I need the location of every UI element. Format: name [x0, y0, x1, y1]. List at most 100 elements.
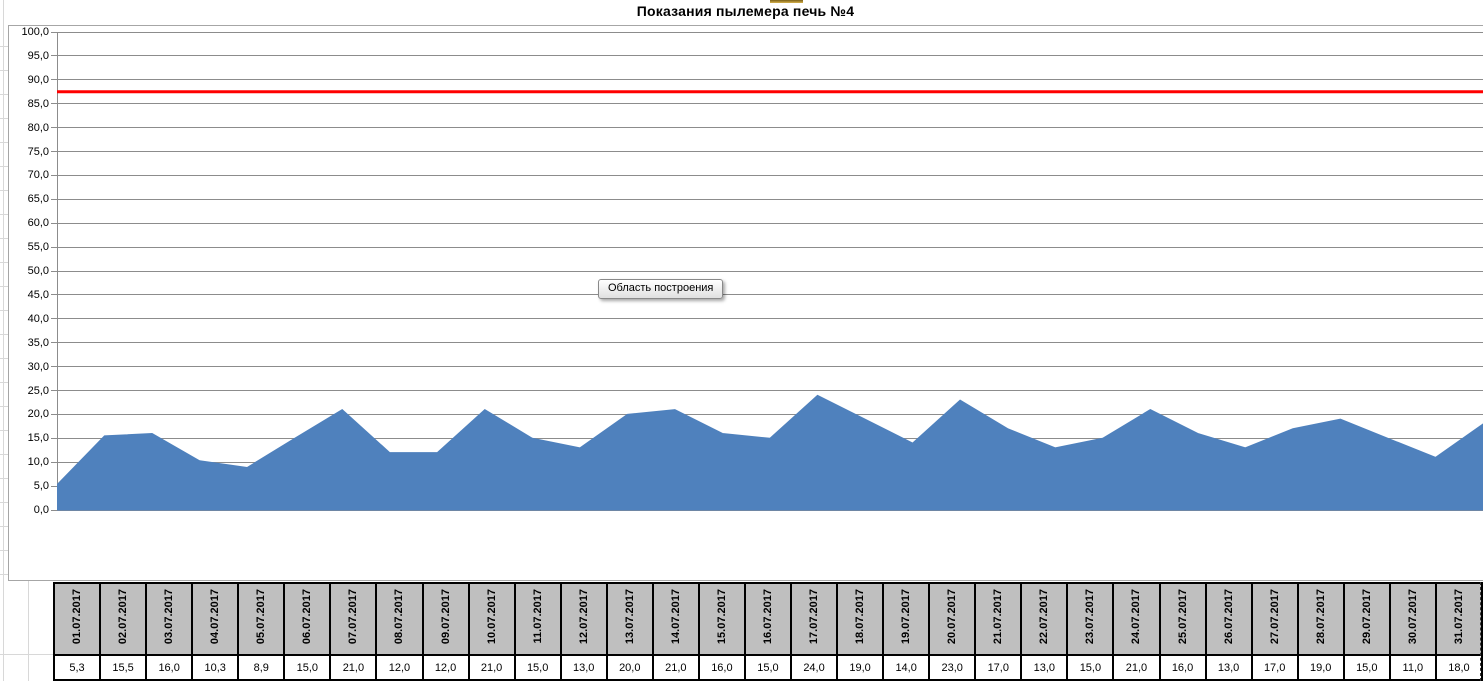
date-header-cell[interactable]: 13.07.2017: [607, 583, 653, 655]
date-header-cell[interactable]: 15.07.2017: [699, 583, 745, 655]
plot-area[interactable]: [57, 32, 1483, 511]
date-header-cell[interactable]: 22.07.2017: [1021, 583, 1067, 655]
value-cell[interactable]: 21,0: [469, 655, 515, 680]
date-label: 04.07.2017: [209, 589, 221, 644]
date-label: 21.07.2017: [992, 589, 1004, 644]
y-axis-tick-label: 30,0: [5, 361, 49, 373]
value-cell[interactable]: 15,0: [284, 655, 330, 680]
sheet-row-gridline: [0, 654, 53, 655]
sheet-row-tick: [0, 70, 8, 71]
date-header-cell[interactable]: 14.07.2017: [653, 583, 699, 655]
sheet-row-tick: [0, 382, 8, 383]
date-header-cell[interactable]: 06.07.2017: [284, 583, 330, 655]
y-axis-tick-label: 80,0: [5, 122, 49, 134]
date-header-cell[interactable]: 16.07.2017: [745, 583, 791, 655]
value-cell[interactable]: 19,0: [837, 655, 883, 680]
page-break-line: [1480, 582, 1481, 681]
value-cell[interactable]: 15,0: [745, 655, 791, 680]
value-cell[interactable]: 24,0: [791, 655, 837, 680]
date-header-cell[interactable]: 05.07.2017: [238, 583, 284, 655]
y-axis-tick-label: 40,0: [5, 313, 49, 325]
value-cell[interactable]: 13,0: [1206, 655, 1252, 680]
value-cell[interactable]: 15,0: [1344, 655, 1390, 680]
y-axis-tick-label: 45,0: [5, 289, 49, 301]
value-cell[interactable]: 14,0: [883, 655, 929, 680]
y-axis-tick-label: 100,0: [5, 26, 49, 38]
date-header-cell[interactable]: 30.07.2017: [1390, 583, 1436, 655]
sheet-row-tick: [0, 166, 8, 167]
y-axis-tick-label: 25,0: [5, 385, 49, 397]
date-header-cell[interactable]: 12.07.2017: [561, 583, 607, 655]
date-label: 09.07.2017: [440, 589, 452, 644]
value-cell[interactable]: 13,0: [1021, 655, 1067, 680]
value-cell[interactable]: 17,0: [1252, 655, 1298, 680]
value-cell[interactable]: 23,0: [929, 655, 975, 680]
date-header-cell[interactable]: 29.07.2017: [1344, 583, 1390, 655]
value-cell[interactable]: 19,0: [1298, 655, 1344, 680]
value-cell[interactable]: 16,0: [699, 655, 745, 680]
date-header-cell[interactable]: 24.07.2017: [1113, 583, 1159, 655]
value-cell[interactable]: 17,0: [975, 655, 1021, 680]
value-cell[interactable]: 16,0: [1160, 655, 1206, 680]
date-label: 19.07.2017: [900, 589, 912, 644]
date-header-cell[interactable]: 01.07.2017: [54, 583, 100, 655]
sheet-column-gridline: [3, 0, 4, 681]
date-header-cell[interactable]: 03.07.2017: [146, 583, 192, 655]
value-cell[interactable]: 11,0: [1390, 655, 1436, 680]
date-label: 23.07.2017: [1084, 589, 1096, 644]
sheet-row-tick: [0, 478, 8, 479]
value-cell[interactable]: 18,0: [1436, 655, 1482, 680]
value-cell[interactable]: 13,0: [561, 655, 607, 680]
date-header-cell[interactable]: 21.07.2017: [975, 583, 1021, 655]
area-series[interactable]: [57, 395, 1483, 510]
date-header-cell[interactable]: 23.07.2017: [1067, 583, 1113, 655]
value-cell[interactable]: 20,0: [607, 655, 653, 680]
date-header-cell[interactable]: 27.07.2017: [1252, 583, 1298, 655]
date-label: 20.07.2017: [946, 589, 958, 644]
sheet-row-tick: [0, 574, 8, 575]
value-cell[interactable]: 15,0: [515, 655, 561, 680]
value-cell[interactable]: 15,0: [1067, 655, 1113, 680]
date-header-cell[interactable]: 18.07.2017: [837, 583, 883, 655]
sheet-row-tick: [0, 214, 8, 215]
sheet-row-tick: [0, 502, 8, 503]
sheet-row-tick: [0, 190, 8, 191]
sheet-row-tick: [0, 334, 8, 335]
date-label: 18.07.2017: [854, 589, 866, 644]
sheet-row-tick: [0, 238, 8, 239]
date-header-cell[interactable]: 20.07.2017: [929, 583, 975, 655]
value-cell[interactable]: 21,0: [330, 655, 376, 680]
value-cell[interactable]: 21,0: [1113, 655, 1159, 680]
date-header-cell[interactable]: 02.07.2017: [100, 583, 146, 655]
y-axis-tick-label: 60,0: [5, 217, 49, 229]
date-header-cell[interactable]: 19.07.2017: [883, 583, 929, 655]
value-cell[interactable]: 15,5: [100, 655, 146, 680]
chart-title[interactable]: Показания пылемера печь №4: [8, 3, 1483, 19]
date-label: 25.07.2017: [1177, 589, 1189, 644]
value-cell[interactable]: 10,3: [192, 655, 238, 680]
value-row: 5,315,516,010,38,915,021,012,012,021,015…: [54, 655, 1482, 680]
y-axis-tick-label: 50,0: [5, 265, 49, 277]
date-header-cell[interactable]: 04.07.2017: [192, 583, 238, 655]
date-header-cell[interactable]: 31.07.2017: [1436, 583, 1482, 655]
date-header-cell[interactable]: 07.07.2017: [330, 583, 376, 655]
date-header-cell[interactable]: 28.07.2017: [1298, 583, 1344, 655]
date-header-cell[interactable]: 09.07.2017: [423, 583, 469, 655]
y-axis-tick-label: 70,0: [5, 169, 49, 181]
date-label: 31.07.2017: [1453, 589, 1465, 644]
date-header-cell[interactable]: 26.07.2017: [1206, 583, 1252, 655]
date-label: 22.07.2017: [1038, 589, 1050, 644]
value-cell[interactable]: 12,0: [376, 655, 422, 680]
spreadsheet-canvas: Показания пылемера печь №4 100,095,090,0…: [0, 0, 1483, 681]
value-cell[interactable]: 8,9: [238, 655, 284, 680]
value-cell[interactable]: 21,0: [653, 655, 699, 680]
value-cell[interactable]: 16,0: [146, 655, 192, 680]
date-header-cell[interactable]: 08.07.2017: [376, 583, 422, 655]
date-header-cell[interactable]: 10.07.2017: [469, 583, 515, 655]
date-header-cell[interactable]: 11.07.2017: [515, 583, 561, 655]
date-header-cell[interactable]: 17.07.2017: [791, 583, 837, 655]
value-cell[interactable]: 12,0: [423, 655, 469, 680]
chart-bottom-border: [8, 580, 1483, 581]
value-cell[interactable]: 5,3: [54, 655, 100, 680]
date-header-cell[interactable]: 25.07.2017: [1160, 583, 1206, 655]
